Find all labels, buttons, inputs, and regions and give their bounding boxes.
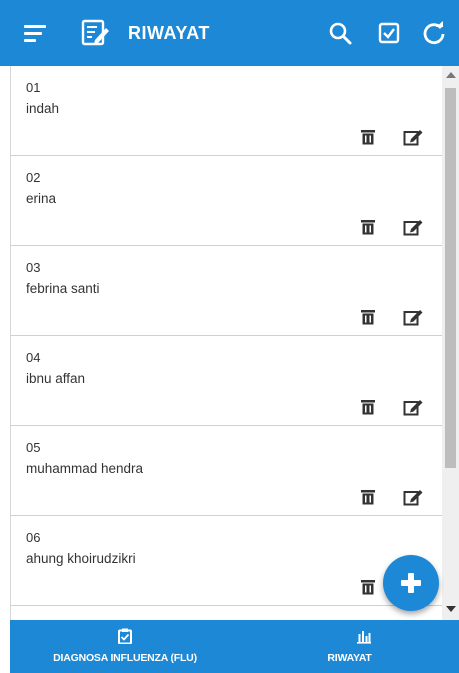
tab-label: RIWAYAT xyxy=(327,652,372,664)
list-item[interactable]: 05 muhammad hendra xyxy=(11,426,442,516)
bar-chart-icon xyxy=(357,631,371,644)
item-number: 03 xyxy=(26,260,41,275)
list-item[interactable]: 04 ibnu affan xyxy=(11,336,442,426)
edit-icon[interactable] xyxy=(403,308,423,326)
trash-icon[interactable] xyxy=(359,578,377,596)
scrollbar[interactable] xyxy=(442,66,459,620)
clipboard-check-icon xyxy=(118,628,132,644)
scroll-up-arrow-icon[interactable] xyxy=(446,72,456,78)
tab-label: DIAGNOSA INFLUENZA (FLU) xyxy=(53,652,197,664)
menu-icon[interactable] xyxy=(24,23,50,43)
edit-icon[interactable] xyxy=(403,488,423,506)
item-number: 01 xyxy=(26,80,41,95)
tab-diagnosa-influenza[interactable]: DIAGNOSA INFLUENZA (FLU) xyxy=(10,620,240,673)
bottom-navigation: DIAGNOSA INFLUENZA (FLU) RIWAYAT xyxy=(10,620,459,673)
list-item[interactable]: 06 ahung khoirudzikri xyxy=(11,516,442,606)
check-square-icon[interactable] xyxy=(376,20,402,46)
tab-riwayat[interactable]: RIWAYAT xyxy=(240,620,459,673)
item-name: muhammad hendra xyxy=(26,461,144,476)
trash-icon[interactable] xyxy=(359,308,377,326)
add-button[interactable] xyxy=(383,555,439,611)
scroll-thumb[interactable] xyxy=(445,88,456,468)
list-item[interactable]: 03 febrina santi xyxy=(11,246,442,336)
item-name: erina xyxy=(26,191,57,206)
scroll-down-arrow-icon[interactable] xyxy=(446,606,456,612)
item-name: febrina santi xyxy=(26,281,100,296)
trash-icon[interactable] xyxy=(359,398,377,416)
item-name: indah xyxy=(26,101,60,116)
trash-icon[interactable] xyxy=(359,128,377,146)
item-number: 06 xyxy=(26,530,41,545)
list-item[interactable]: 01 indah xyxy=(11,66,442,156)
history-list[interactable]: 01 indah 02 erina 03 febrina santi 04 ib… xyxy=(10,66,442,620)
search-icon[interactable] xyxy=(327,20,353,46)
edit-icon[interactable] xyxy=(403,218,423,236)
notes-edit-icon xyxy=(81,19,109,46)
item-name: ibnu affan xyxy=(26,371,86,386)
item-number: 05 xyxy=(26,440,41,455)
page-title: RIWAYAT xyxy=(128,23,210,43)
list-item[interactable]: 02 erina xyxy=(11,156,442,246)
item-number: 04 xyxy=(26,350,41,365)
trash-icon[interactable] xyxy=(359,218,377,236)
item-name: ahung khoirudzikri xyxy=(26,551,136,566)
refresh-icon[interactable] xyxy=(421,20,447,46)
app-toolbar: RIWAYAT xyxy=(0,0,459,66)
edit-icon[interactable] xyxy=(403,128,423,146)
item-number: 02 xyxy=(26,170,41,185)
trash-icon[interactable] xyxy=(359,488,377,506)
edit-icon[interactable] xyxy=(403,398,423,416)
